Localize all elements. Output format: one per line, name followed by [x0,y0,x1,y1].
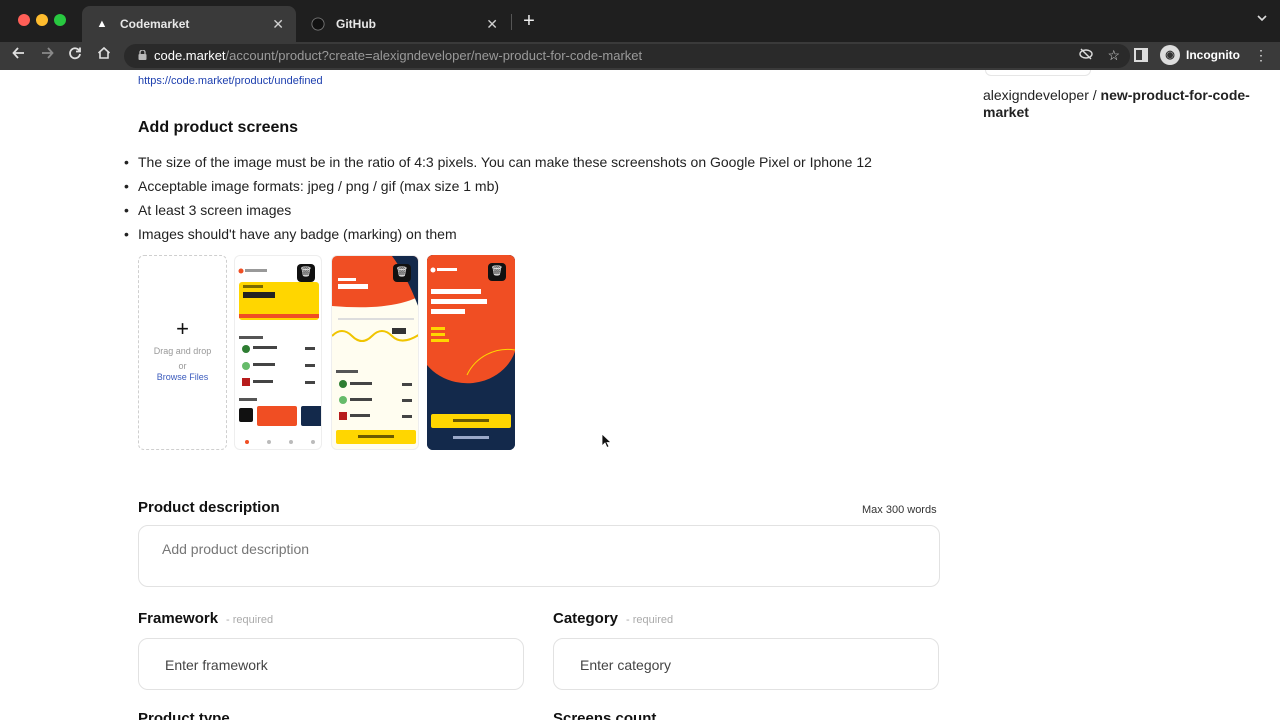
browser-toolbar: code.market/account/product?create=alexi… [0,42,1280,70]
tab-search-chevron-icon[interactable] [1256,12,1268,27]
github-logo-icon [310,16,326,32]
list-item: The size of the image must be in the rat… [124,150,872,174]
url-text: code.market/account/product?create=alexi… [154,48,642,63]
address-bar[interactable]: code.market/account/product?create=alexi… [124,44,1130,68]
minimize-window-button[interactable] [36,14,48,26]
tab-label: Codemarket [120,17,190,31]
screen-thumbnail-2[interactable]: 🗑 [331,255,419,450]
bookmark-star-icon[interactable]: ☆ [1107,47,1120,64]
forward-arrow-icon[interactable] [36,45,58,67]
category-title: Category [553,610,619,627]
tab-divider [511,14,512,30]
sidebar-pill [985,70,1091,76]
framework-placeholder: Enter framework [165,657,268,673]
back-arrow-icon[interactable] [8,45,30,67]
eye-off-icon[interactable] [1079,47,1094,64]
home-icon[interactable] [93,45,115,67]
create-account-screenshot [427,255,515,450]
tab-label: GitHub [336,17,376,31]
bank-app-screenshot [238,268,321,444]
trash-icon[interactable]: 🗑 [488,263,506,281]
trash-icon[interactable]: 🗑 [393,264,411,282]
browse-files-link[interactable]: Browse Files [139,372,226,383]
product-type-label: Product type [138,710,230,720]
screen-thumbnail-1[interactable]: 🗑 [234,255,322,450]
category-placeholder: Enter category [580,657,672,673]
plus-icon: + [176,316,189,341]
url-path: /account/product?create=alexigndeveloper… [225,48,643,63]
category-label: Category - required [553,610,673,627]
incognito-icon: ◉ [1160,45,1180,65]
required-marker: - required [226,614,274,626]
description-placeholder: Add product description [162,541,310,557]
browser-menu-icon[interactable]: ⋮ [1254,47,1268,64]
url-host: code.market [154,48,226,63]
page-content: https://code.market/product/undefined al… [0,70,1280,720]
list-item: At least 3 screen images [124,198,872,222]
new-tab-button[interactable]: + [518,10,540,32]
incognito-label: Incognito [1186,48,1240,62]
dropzone-or: or [178,361,187,371]
incognito-profile[interactable]: ◉ Incognito [1160,45,1240,65]
browser-tab-bar: ▲ Codemarket ✕ GitHub ✕ + [0,0,1280,42]
codemarket-logo-icon: ▲ [96,18,108,30]
framework-label: Framework - required [138,610,273,627]
close-window-button[interactable] [18,14,30,26]
dropzone-text: Drag and drop [153,346,212,356]
screen-thumbnail-3[interactable]: 🗑 [427,255,515,450]
description-limit: Max 300 words [862,504,937,516]
product-url-link[interactable]: https://code.market/product/undefined [138,75,323,87]
framework-title: Framework [138,610,219,627]
trash-icon[interactable]: 🗑 [297,264,315,282]
close-tab-icon[interactable]: ✕ [486,16,498,33]
required-marker: - required [626,614,674,626]
description-title: Product description [138,499,280,516]
description-textarea[interactable]: Add product description [138,525,940,587]
tab-github[interactable]: GitHub ✕ [298,6,510,42]
close-tab-icon[interactable]: ✕ [272,16,284,33]
maximize-window-button[interactable] [54,14,66,26]
mouse-cursor-icon [602,434,612,448]
lock-icon [138,50,147,60]
list-item: Images should't have any badge (marking)… [124,222,872,246]
reload-icon[interactable] [64,45,86,67]
screens-section-title: Add product screens [138,119,299,136]
screens-count-label: Screens count [553,710,657,720]
framework-input[interactable]: Enter framework [138,638,524,690]
category-input[interactable]: Enter category [553,638,939,690]
screen-rules-list: The size of the image must be in the rat… [124,150,872,246]
side-panel-icon[interactable] [1134,48,1148,62]
repo-path: alexigndeveloper / new-product-for-code-… [983,87,1253,121]
repo-owner: alexigndeveloper / [983,87,1097,103]
image-dropzone[interactable]: + Drag and drop or Browse Files [138,255,227,450]
list-item: Acceptable image formats: jpeg / png / g… [124,174,872,198]
balance-screenshot [332,256,418,444]
tab-codemarket[interactable]: ▲ Codemarket ✕ [82,6,296,42]
